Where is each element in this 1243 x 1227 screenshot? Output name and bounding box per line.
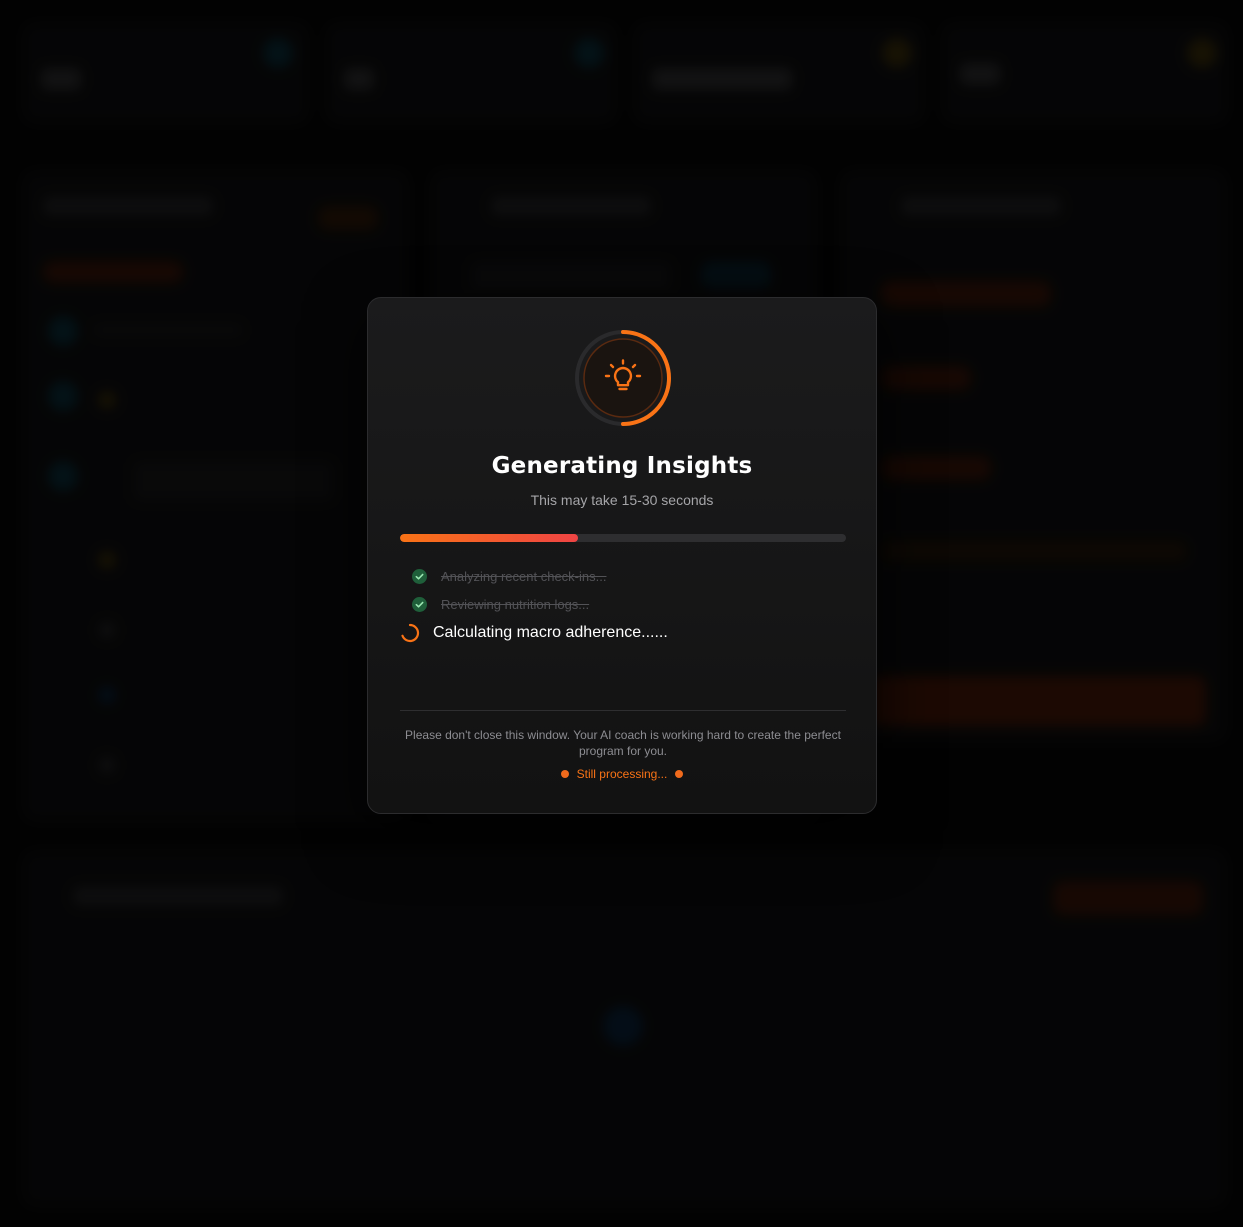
pulse-dot	[560, 770, 569, 778]
progress-ring	[574, 329, 672, 427]
modal-subtitle: This may take 15-30 seconds	[530, 492, 714, 508]
processing-indicator: Still processing...	[368, 767, 876, 781]
modal-title: Generating Insights	[491, 453, 753, 479]
progress-fill	[400, 534, 579, 542]
spinner-icon	[401, 623, 420, 643]
step-label: Calculating macro adherence......	[433, 624, 668, 641]
step-item: Reviewing nutrition logs...	[400, 593, 589, 615]
check-circle-icon	[412, 596, 427, 612]
step-label: Analyzing recent check-ins...	[441, 568, 607, 584]
processing-label: Still processing...	[576, 767, 668, 781]
generating-insights-modal: Generating Insights This may take 15-30 …	[367, 297, 877, 814]
footer-note: Please don't close this window. Your AI …	[405, 728, 841, 758]
progress-bar	[400, 534, 846, 542]
step-label: Reviewing nutrition logs...	[441, 596, 590, 612]
pulse-dot	[675, 770, 684, 778]
step-item-active: Calculating macro adherence......	[400, 622, 668, 644]
check-circle-icon	[412, 568, 427, 584]
divider	[400, 710, 846, 711]
lightbulb-icon	[604, 359, 642, 391]
step-item: Analyzing recent check-ins...	[400, 565, 606, 587]
